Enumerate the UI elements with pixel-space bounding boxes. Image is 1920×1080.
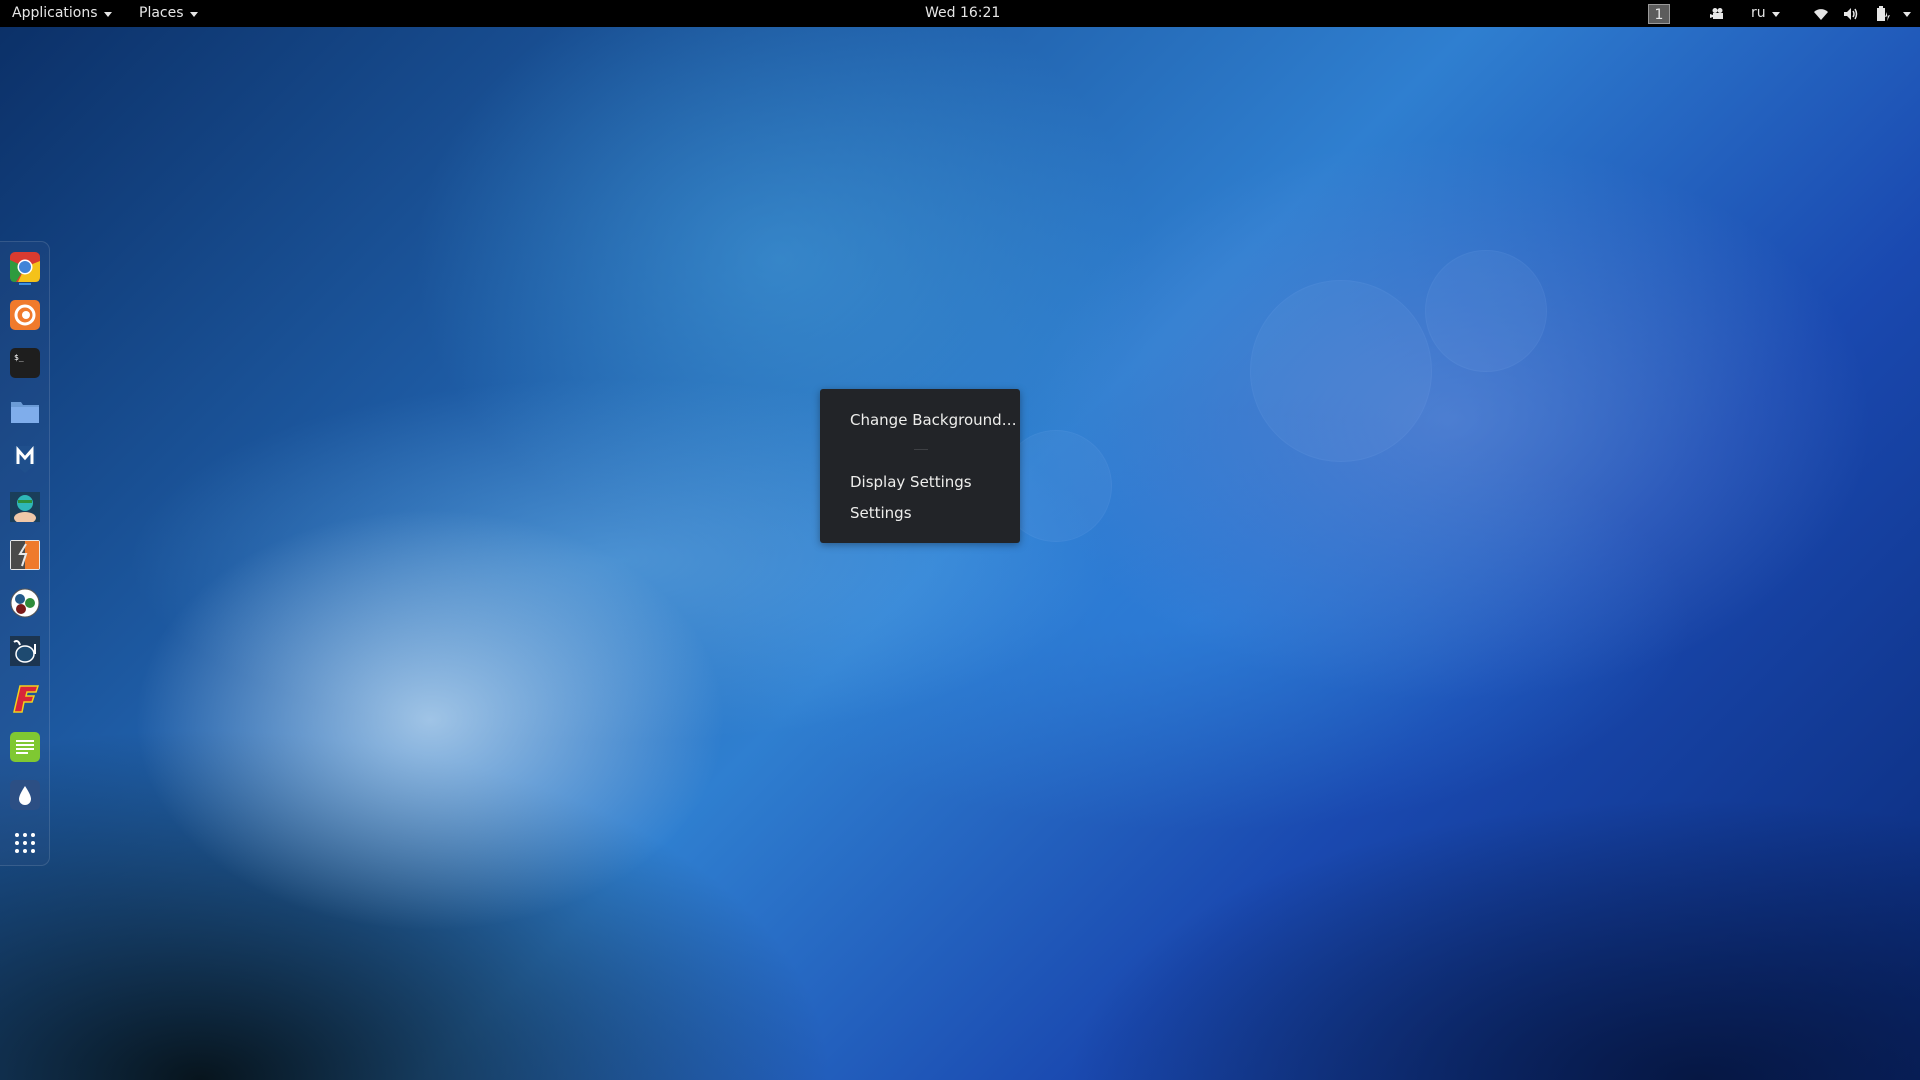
burpsuite-icon	[10, 540, 40, 570]
keyboard-layout-label: ru	[1751, 5, 1766, 21]
dock-item-maltego[interactable]	[10, 588, 40, 618]
camera-indicator[interactable]	[1709, 0, 1725, 27]
beef-icon	[10, 636, 40, 666]
dock-item-text-editor[interactable]	[10, 732, 40, 762]
desktop-context-menu: Change Background… Display Settings Sett…	[820, 389, 1020, 543]
places-menu[interactable]: Places	[139, 0, 198, 27]
dock-item-drop-app[interactable]	[10, 780, 40, 810]
volume-icon	[1844, 7, 1858, 20]
wallpaper-bokeh	[1250, 280, 1432, 462]
workspace-indicator[interactable]: 1	[1648, 0, 1670, 27]
chrome-icon	[10, 252, 40, 282]
dock-item-burpsuite[interactable]	[10, 540, 40, 570]
show-applications-button[interactable]	[10, 828, 40, 858]
dock-item-firefox[interactable]	[10, 300, 40, 330]
camera-icon	[1710, 7, 1723, 19]
menu-item-settings[interactable]: Settings	[850, 501, 912, 525]
wallpaper-bokeh	[1425, 250, 1547, 372]
keyboard-layout-menu[interactable]: ru	[1751, 0, 1780, 27]
chevron-down-icon	[189, 11, 198, 17]
applications-label: Applications	[12, 5, 98, 21]
clock-label: Wed 16:21	[925, 5, 1001, 21]
dock-item-metasploit[interactable]	[10, 444, 40, 474]
menu-item-display-settings[interactable]: Display Settings	[850, 470, 972, 494]
running-indicator	[19, 283, 31, 285]
wifi-icon	[1814, 8, 1828, 20]
dock-item-files[interactable]	[10, 396, 40, 426]
dock-item-armitage[interactable]	[10, 492, 40, 524]
menu-item-change-background[interactable]: Change Background…	[850, 408, 1017, 432]
menu-separator	[914, 449, 928, 450]
armitage-icon	[10, 492, 40, 524]
maltego-icon	[10, 588, 40, 618]
dock-item-faraday[interactable]	[10, 684, 40, 714]
dock-item-terminal[interactable]: $_	[10, 348, 40, 378]
places-label: Places	[139, 5, 184, 21]
top-bar: Applications Places Wed 16:21 1 ru	[0, 0, 1920, 27]
chevron-down-icon	[103, 11, 112, 17]
app-grid-icon	[15, 833, 35, 853]
battery-icon	[1877, 5, 1890, 21]
chevron-down-icon	[1771, 11, 1780, 17]
dock-item-chrome[interactable]	[10, 252, 40, 282]
terminal-icon: $_	[10, 348, 40, 378]
text-editor-icon	[10, 732, 40, 762]
workspace-number: 1	[1648, 3, 1670, 24]
faraday-icon	[13, 685, 40, 713]
dock-item-beef[interactable]	[10, 636, 40, 666]
firefox-icon	[10, 300, 40, 330]
drop-icon	[10, 780, 40, 810]
clock[interactable]: Wed 16:21	[925, 0, 1000, 27]
metasploit-icon	[14, 446, 36, 473]
folder-icon	[11, 402, 39, 423]
chevron-down-icon	[1903, 11, 1911, 17]
svg-text:$_: $_	[14, 353, 24, 362]
applications-menu[interactable]: Applications	[12, 0, 112, 27]
system-menu[interactable]	[1813, 0, 1911, 27]
